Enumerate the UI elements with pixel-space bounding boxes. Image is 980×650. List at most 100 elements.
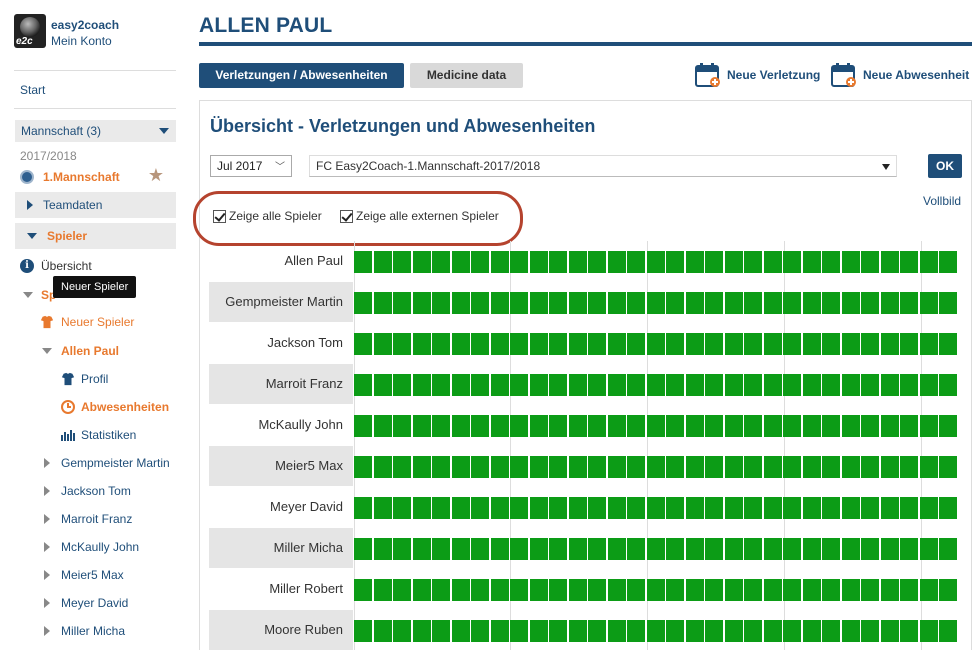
day-cell[interactable] (900, 456, 918, 478)
sidebar-item-profil[interactable]: Profil (61, 370, 108, 388)
day-cell[interactable] (451, 292, 470, 314)
day-cell[interactable] (900, 579, 918, 601)
day-cell[interactable] (822, 579, 840, 601)
day-cell[interactable] (549, 292, 567, 314)
day-cell[interactable] (939, 333, 957, 355)
day-cell[interactable] (354, 620, 372, 642)
day-cell[interactable] (510, 292, 528, 314)
day-cell[interactable] (568, 579, 587, 601)
day-cell[interactable] (471, 333, 489, 355)
day-cell[interactable] (588, 497, 606, 519)
day-cell[interactable] (724, 251, 743, 273)
day-cell[interactable] (724, 415, 743, 437)
day-cell[interactable] (880, 538, 899, 560)
day-cell[interactable] (646, 456, 665, 478)
sidebar-item-player[interactable]: Meier5 Max (44, 566, 124, 584)
day-cell[interactable] (549, 251, 567, 273)
day-cell[interactable] (607, 292, 626, 314)
new-absence-button[interactable]: Neue Abwesenheit (831, 61, 969, 89)
day-cell[interactable] (880, 292, 899, 314)
day-cell[interactable] (588, 538, 606, 560)
day-cell[interactable] (529, 374, 548, 396)
day-cell[interactable] (373, 579, 392, 601)
day-cell[interactable] (744, 456, 762, 478)
day-cell[interactable] (627, 251, 645, 273)
day-cell[interactable] (432, 292, 450, 314)
sidebar-item-spieler-sub[interactable]: Sp (23, 286, 56, 304)
day-cell[interactable] (802, 538, 821, 560)
day-cell[interactable] (549, 374, 567, 396)
day-cell[interactable] (646, 333, 665, 355)
day-cell[interactable] (783, 333, 801, 355)
day-cell[interactable] (607, 333, 626, 355)
day-cell[interactable] (510, 415, 528, 437)
day-cell[interactable] (802, 497, 821, 519)
day-cell[interactable] (607, 415, 626, 437)
day-cell[interactable] (451, 620, 470, 642)
day-cell[interactable] (354, 579, 372, 601)
day-cell[interactable] (841, 251, 860, 273)
player-name[interactable]: Miller Micha (209, 528, 353, 568)
day-cell[interactable] (549, 333, 567, 355)
day-cell[interactable] (822, 251, 840, 273)
day-cell[interactable] (451, 497, 470, 519)
day-cell[interactable] (763, 251, 782, 273)
day-cell[interactable] (412, 292, 431, 314)
day-cell[interactable] (919, 538, 938, 560)
day-cell[interactable] (724, 620, 743, 642)
day-cell[interactable] (646, 538, 665, 560)
day-cell[interactable] (471, 456, 489, 478)
day-cell[interactable] (763, 374, 782, 396)
day-cell[interactable] (900, 497, 918, 519)
my-account-link[interactable]: Mein Konto (51, 33, 119, 49)
day-cell[interactable] (705, 251, 723, 273)
day-cell[interactable] (783, 374, 801, 396)
day-cell[interactable] (705, 415, 723, 437)
day-cell[interactable] (724, 456, 743, 478)
sidebar-item-teamdaten[interactable]: Teamdaten (15, 192, 176, 218)
day-cell[interactable] (568, 497, 587, 519)
day-cell[interactable] (900, 292, 918, 314)
day-cell[interactable] (666, 579, 684, 601)
day-cell[interactable] (607, 538, 626, 560)
day-cell[interactable] (646, 251, 665, 273)
day-cell[interactable] (802, 292, 821, 314)
day-cell[interactable] (490, 251, 509, 273)
day-cell[interactable] (685, 497, 704, 519)
day-cell[interactable] (549, 415, 567, 437)
month-select[interactable]: Jul 2017 ﹀ (210, 155, 292, 177)
day-cell[interactable] (763, 415, 782, 437)
day-cell[interactable] (354, 292, 372, 314)
sidebar-item-player[interactable]: Jackson Tom (44, 482, 131, 500)
day-cell[interactable] (841, 579, 860, 601)
day-cell[interactable] (373, 251, 392, 273)
day-cell[interactable] (744, 538, 762, 560)
day-cell[interactable] (880, 579, 899, 601)
day-cell[interactable] (939, 251, 957, 273)
day-cell[interactable] (666, 456, 684, 478)
day-cell[interactable] (802, 333, 821, 355)
day-cell[interactable] (763, 620, 782, 642)
day-cell[interactable] (529, 620, 548, 642)
ok-button[interactable]: OK (928, 154, 962, 178)
show-all-players-checkbox[interactable]: Zeige alle Spieler (213, 209, 322, 223)
player-name[interactable]: Moore Ruben (209, 610, 353, 650)
day-cell[interactable] (627, 333, 645, 355)
day-cell[interactable] (432, 579, 450, 601)
day-cell[interactable] (627, 538, 645, 560)
day-cell[interactable] (822, 292, 840, 314)
day-cell[interactable] (705, 292, 723, 314)
day-cell[interactable] (900, 374, 918, 396)
day-cell[interactable] (607, 456, 626, 478)
day-cell[interactable] (861, 415, 879, 437)
player-name[interactable]: Marroit Franz (209, 364, 353, 404)
day-cell[interactable] (724, 579, 743, 601)
day-cell[interactable] (685, 374, 704, 396)
day-cell[interactable] (646, 415, 665, 437)
nav-start[interactable]: Start (20, 83, 45, 97)
day-cell[interactable] (432, 374, 450, 396)
day-cell[interactable] (471, 538, 489, 560)
day-cell[interactable] (627, 374, 645, 396)
sidebar-item-player[interactable]: Gempmeister Martin (44, 454, 170, 472)
day-cell[interactable] (666, 497, 684, 519)
